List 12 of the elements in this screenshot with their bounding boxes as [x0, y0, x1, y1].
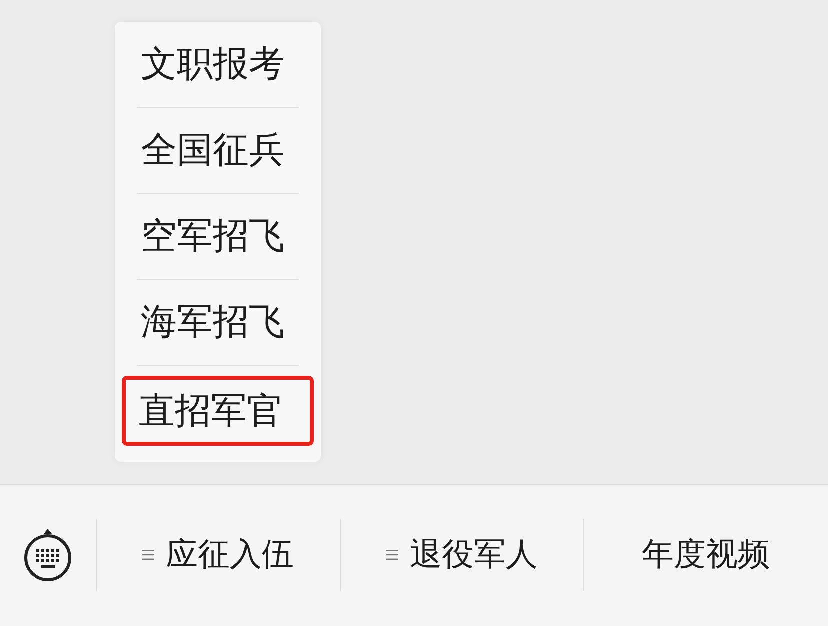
menu-tab[interactable]: 年度视频 — [584, 519, 828, 591]
menu-tab-label: 退役军人 — [410, 534, 538, 575]
menu-item[interactable]: 全国征兵 — [141, 126, 285, 175]
menu-tab-label: 应征入伍 — [166, 534, 294, 575]
menu-item[interactable]: 文职报考 — [141, 40, 285, 89]
menu-item[interactable]: 直招军官 — [139, 386, 283, 436]
menu-tab[interactable]: 应征入伍 — [96, 519, 341, 591]
menu-tab[interactable]: 退役军人 — [340, 519, 584, 591]
menu-item[interactable]: 海军招飞 — [141, 298, 285, 347]
keyboard-icon[interactable] — [22, 527, 73, 583]
menu-item[interactable]: 空军招飞 — [141, 212, 285, 261]
menu-tab-label: 年度视频 — [642, 534, 770, 575]
